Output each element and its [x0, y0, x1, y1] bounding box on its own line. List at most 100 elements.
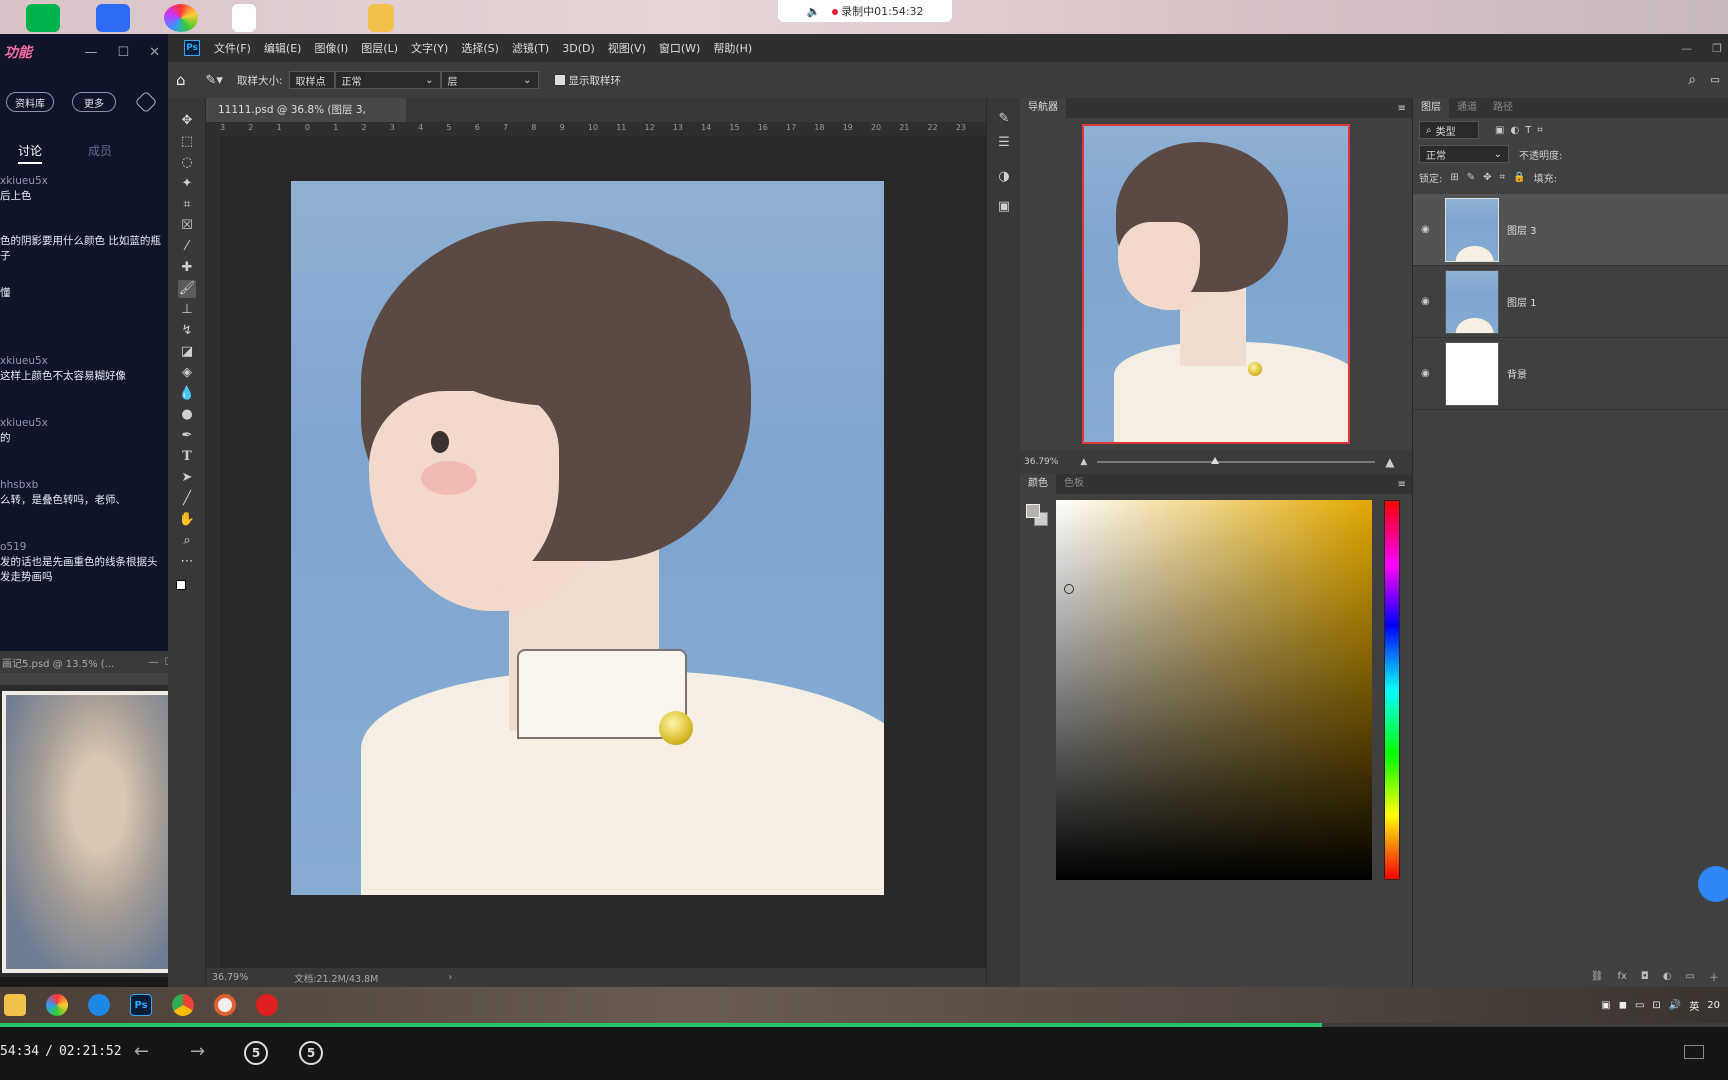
stamp-tool-icon[interactable]: ⊥ [178, 301, 196, 319]
tab-channels[interactable]: 通道 [1449, 98, 1485, 118]
paint-bucket-tool-icon[interactable]: ◈ [178, 364, 196, 382]
zoom-level[interactable]: 36.79% [212, 972, 248, 983]
iqiyi-app-icon[interactable] [26, 4, 60, 32]
slider-thumb[interactable] [1211, 457, 1220, 464]
color-field[interactable] [1056, 500, 1372, 880]
lock-move-icon[interactable]: ✥ [1483, 172, 1491, 183]
visibility-eye-icon[interactable]: ◉ [1421, 296, 1439, 307]
forward-5-button[interactable]: 5 [299, 1041, 323, 1065]
file-explorer-icon[interactable] [4, 994, 26, 1016]
sample-size-select[interactable]: 取样点 [288, 71, 335, 89]
lasso-tool-icon[interactable]: ◌ [178, 154, 196, 172]
tray-icon[interactable]: ▭ [1635, 1000, 1644, 1011]
color-picker-cursor[interactable] [1064, 584, 1074, 594]
dodge-tool-icon[interactable]: ● [178, 406, 196, 424]
eraser-tool-icon[interactable]: ◪ [178, 343, 196, 361]
layer-name[interactable]: 图层 3 [1507, 222, 1537, 237]
tray-icon[interactable]: ▣ [1601, 1000, 1610, 1011]
clock[interactable]: 20 [1707, 1000, 1720, 1011]
restore-button[interactable]: ❐ [1712, 42, 1722, 55]
lock-artboard-icon[interactable]: ⌗ [1500, 172, 1506, 183]
color-balance-icon[interactable]: ◑ [995, 168, 1013, 186]
marquee-tool-icon[interactable]: ⬚ [178, 133, 196, 151]
path-select-tool-icon[interactable]: ➤ [178, 469, 196, 487]
menu-image[interactable]: 图像(I) [314, 40, 348, 56]
library-button[interactable]: 资料库 [6, 92, 54, 112]
menu-help[interactable]: 帮助(H) [713, 40, 752, 56]
move-tool-icon[interactable]: ✥ [178, 112, 196, 130]
rewind-5-button[interactable]: 5 [244, 1041, 268, 1065]
lock-pixels-icon[interactable]: ⊞ [1450, 172, 1458, 183]
brush-settings-icon[interactable]: ✎ [995, 110, 1013, 128]
menu-file[interactable]: 文件(F) [214, 40, 251, 56]
pen-tool-icon[interactable]: ✒ [178, 427, 196, 445]
new-layer-icon[interactable]: ＋ [1709, 969, 1719, 984]
canvas-area[interactable] [220, 136, 1010, 968]
type-tool-icon[interactable]: T [178, 448, 196, 466]
zoom-in-icon[interactable]: ▲ [1385, 455, 1394, 469]
magic-wand-tool-icon[interactable]: ✦ [178, 175, 196, 193]
fg-bg-swatches[interactable] [1026, 504, 1050, 528]
layer-name[interactable]: 背景 [1507, 366, 1527, 381]
sample-mode-select[interactable]: 正常 ⌄ [334, 71, 441, 89]
healing-tool-icon[interactable]: ✚ [178, 259, 196, 277]
crop-tool-icon[interactable]: ⌗ [178, 196, 196, 214]
menu-edit[interactable]: 编辑(E) [264, 40, 302, 56]
tab-color[interactable]: 颜色 [1020, 474, 1056, 494]
menu-type[interactable]: 文字(Y) [411, 40, 448, 56]
lock-all-icon[interactable]: 🔒 [1513, 172, 1525, 183]
close-button[interactable]: ✕ [149, 45, 160, 60]
eyedropper-tool-icon[interactable]: ⁄ [178, 238, 196, 256]
colorwheel-app-icon[interactable] [164, 4, 198, 32]
folder-icon[interactable] [368, 4, 394, 32]
shape-filter-icon[interactable]: ⌗ [1537, 125, 1543, 136]
navigator-thumbnail[interactable] [1082, 124, 1350, 444]
panel-menu-icon[interactable]: ≡ [1398, 479, 1406, 490]
line-tool-icon[interactable]: ╱ [178, 490, 196, 508]
brush-tool-icon[interactable]: 🖌 [178, 280, 196, 298]
show-ring-checkbox[interactable] [554, 75, 565, 85]
zoom-tool-icon[interactable]: ⌕ [178, 532, 196, 550]
layer-row[interactable]: ◉ 图层 1 [1413, 266, 1728, 338]
frame-tool-icon[interactable]: ☒ [178, 217, 196, 235]
layer-filter-select[interactable]: ⌕ 类型 [1419, 121, 1479, 139]
history-brush-tool-icon[interactable]: ↯ [178, 322, 196, 340]
tab-layers[interactable]: 图层 [1413, 98, 1449, 118]
tab-navigator[interactable]: 导航器 [1020, 98, 1066, 118]
playback-progress[interactable] [0, 1023, 1728, 1027]
menu-layer[interactable]: 图层(L) [361, 40, 398, 56]
workspace-icon[interactable]: ▭ [1710, 74, 1720, 86]
next-arrow-icon[interactable]: → [190, 1041, 205, 1062]
photoshop-taskbar-icon[interactable]: Ps [130, 994, 152, 1016]
colorwheel-app-icon[interactable] [46, 994, 68, 1016]
tab-discuss[interactable]: 讨论 [18, 142, 43, 164]
menu-select[interactable]: 选择(S) [461, 40, 499, 56]
classroom-app-icon[interactable] [214, 994, 236, 1016]
wps-app-icon[interactable] [96, 4, 130, 32]
lock-paint-icon[interactable]: ✎ [1467, 172, 1475, 183]
adjust-filter-icon[interactable]: ◐ [1510, 125, 1519, 136]
navigator-zoom-value[interactable]: 36.79% [1024, 457, 1058, 467]
home-icon[interactable]: ⌂ [176, 71, 186, 89]
status-arrow-icon[interactable]: › [448, 972, 452, 983]
blur-tool-icon[interactable]: 💧 [178, 385, 196, 403]
window-mode-icon[interactable] [1684, 1045, 1704, 1059]
more-tools-icon[interactable]: ⋯ [178, 553, 196, 571]
type-filter-icon[interactable]: T [1525, 125, 1531, 136]
minimize-button[interactable]: — [1681, 42, 1692, 55]
maximize-button[interactable]: ☐ [117, 45, 129, 60]
edge-browser-icon[interactable] [88, 994, 110, 1016]
visibility-eye-icon[interactable]: ◉ [1421, 224, 1439, 235]
menu-3d[interactable]: 3D(D) [562, 42, 595, 55]
previous-arrow-icon[interactable]: ← [134, 1041, 149, 1062]
document-tab[interactable]: 11111.psd @ 36.8% (图层 3, RGB/8) *✕ [206, 98, 406, 140]
layer-sample-select[interactable]: 层 ⌄ [440, 71, 539, 89]
layer-row[interactable]: ◉ 背景 [1413, 338, 1728, 410]
navigator-zoom-slider[interactable] [1097, 457, 1376, 464]
word-doc-icon[interactable] [232, 4, 256, 32]
hand-tool-icon[interactable]: ✋ [178, 511, 196, 529]
menu-view[interactable]: 视图(V) [608, 40, 646, 56]
volume-icon[interactable]: 🔊 [1669, 1000, 1681, 1011]
layer-row[interactable]: ◉ 图层 3 [1413, 194, 1728, 266]
menu-window[interactable]: 窗口(W) [659, 40, 700, 56]
